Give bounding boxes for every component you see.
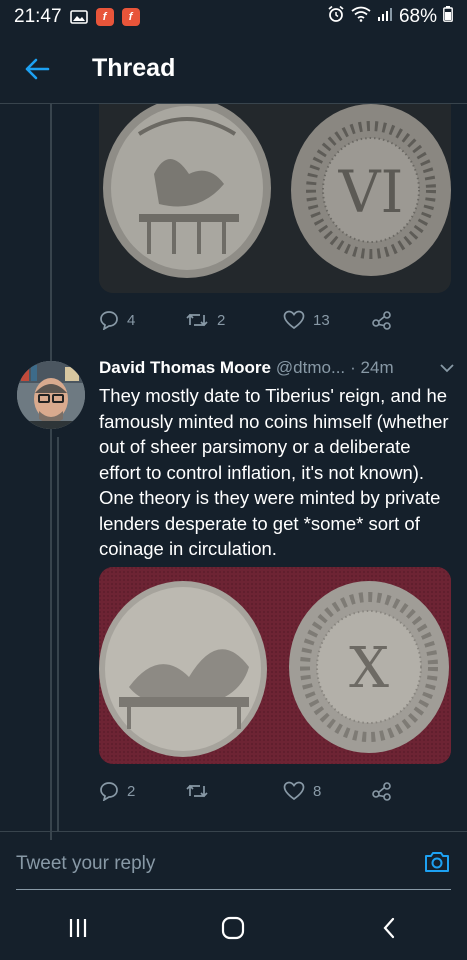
reply-composer[interactable]: Tweet your reply — [0, 832, 467, 896]
home-icon — [222, 916, 245, 940]
wifi-icon — [351, 6, 371, 28]
author-handle[interactable]: @dtmo... — [276, 358, 345, 378]
app-f-icon: f — [95, 8, 114, 26]
reply-input[interactable]: Tweet your reply — [16, 853, 155, 875]
status-time: 21:47 — [14, 6, 62, 27]
alarm-icon — [327, 5, 345, 29]
nav-back-button[interactable] — [359, 903, 419, 953]
retweet-button[interactable]: 2 — [185, 311, 283, 329]
more-options-button[interactable] — [439, 358, 455, 378]
coin-numeral-x: X — [349, 636, 389, 701]
app-header: Thread — [0, 34, 467, 104]
gallery-icon — [69, 9, 88, 25]
heart-icon — [283, 781, 305, 801]
share-icon — [372, 782, 391, 801]
coin-numeral-vi: VI — [338, 158, 404, 226]
app-f-icon: f — [121, 8, 140, 26]
system-nav-bar — [0, 896, 467, 960]
retweet-icon — [186, 784, 208, 798]
signal-icon — [377, 6, 393, 28]
like-count: 13 — [313, 311, 330, 329]
like-button[interactable]: 13 — [283, 310, 371, 330]
retweet-button[interactable] — [185, 782, 283, 800]
arrow-left-icon — [25, 58, 50, 79]
reply-input-underline — [16, 889, 451, 890]
author-name[interactable]: David Thomas Moore — [99, 358, 271, 378]
tweet-header: David Thomas Moore @dtmo... · 24m — [99, 358, 455, 378]
thread-connector-line — [57, 437, 59, 831]
home-button[interactable] — [203, 903, 263, 953]
like-button[interactable]: 8 — [283, 781, 371, 801]
retweet-icon — [186, 313, 208, 327]
tweet-media-image[interactable]: VI — [99, 104, 451, 293]
reply-button[interactable]: 2 — [99, 781, 185, 801]
share-button[interactable] — [371, 310, 393, 330]
camera-icon — [425, 852, 449, 872]
reply-icon — [100, 782, 118, 801]
thread-connector-line — [50, 104, 52, 840]
tweet-media-image[interactable]: X — [99, 567, 451, 764]
reply-count: 4 — [127, 311, 136, 329]
reply-button[interactable]: 4 — [99, 310, 185, 330]
recent-apps-icon — [69, 919, 86, 937]
retweet-count: 2 — [217, 311, 226, 329]
chevron-down-icon — [440, 364, 454, 373]
tweet-text: They mostly date to Tiberius' reign, and… — [99, 385, 449, 559]
like-count: 8 — [313, 782, 322, 800]
page-title: Thread — [92, 54, 176, 82]
back-button[interactable] — [8, 40, 66, 98]
heart-icon — [283, 310, 305, 330]
camera-button[interactable] — [423, 850, 451, 879]
tweet-actions: 4 2 13 — [99, 305, 399, 335]
share-button[interactable] — [371, 781, 393, 801]
reply-count: 2 — [127, 782, 136, 800]
reply-icon — [100, 311, 118, 330]
tweet-time: · 24m — [350, 358, 394, 377]
tweet-actions: 2 8 — [99, 776, 399, 806]
status-bar: 21:47 f f 68% — [0, 0, 467, 34]
battery-icon — [443, 6, 453, 28]
back-icon — [383, 917, 395, 939]
avatar[interactable] — [17, 361, 85, 429]
recent-apps-button[interactable] — [48, 903, 108, 953]
battery-text: 68% — [398, 6, 437, 27]
share-icon — [372, 311, 391, 330]
